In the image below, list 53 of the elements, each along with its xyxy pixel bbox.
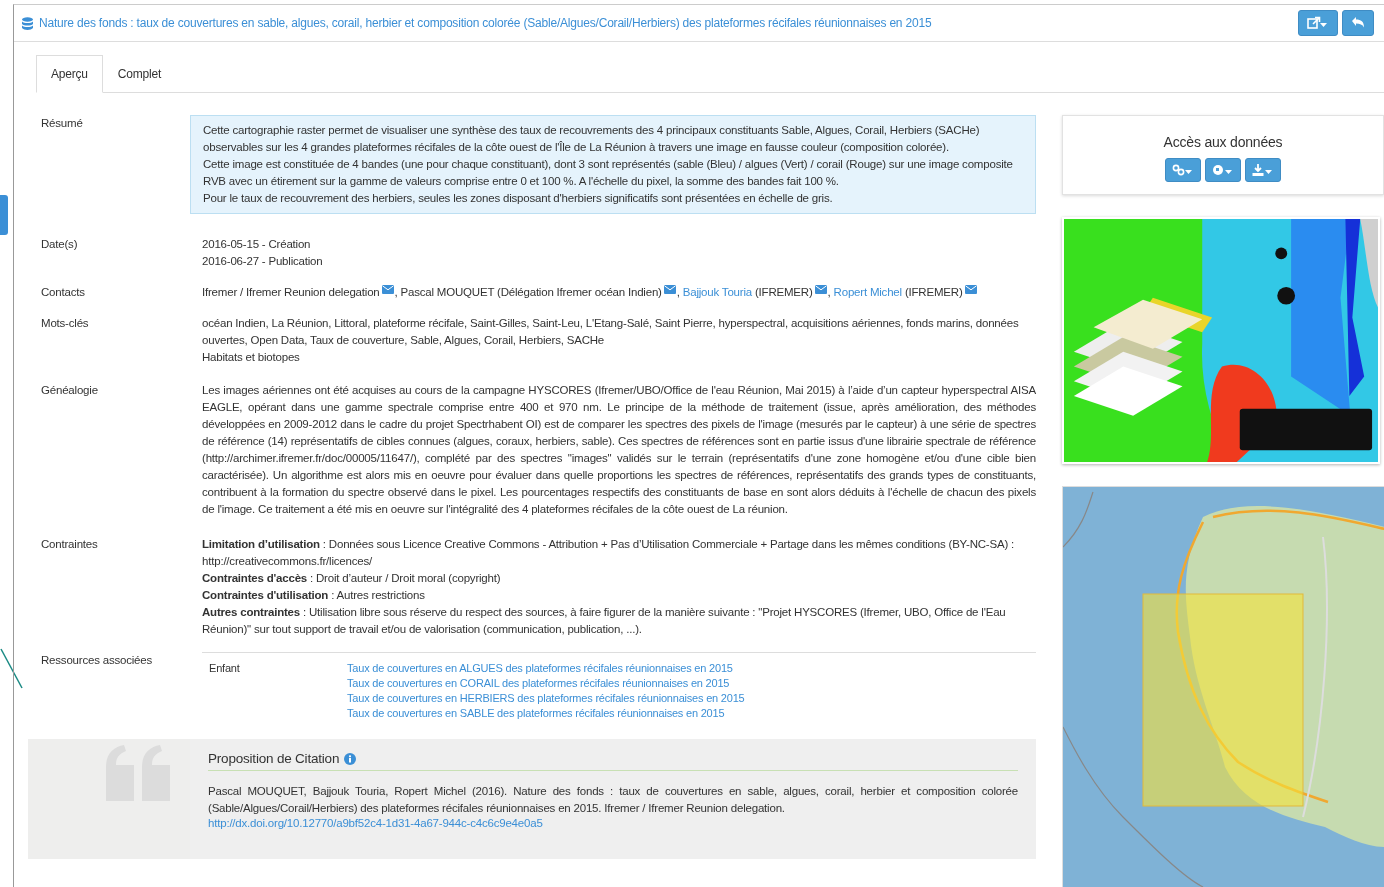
resource-link[interactable]: Taux de couvertures en SABLE des plateformes récifales réunionnaises en 2015 xyxy=(347,706,725,721)
contact-organisation: (IFREMER) xyxy=(753,286,813,298)
summary-box: Cette cartographie raster permet de visualiser une synthèse des taux de recouvrements des 4 principaux constituants Sable, Algues, Corail, Herbiers (SACHe) observables sur les 4 grandes plateformes récifales de la côte ouest de l'Île de La Réunion à travers une image en fausse couleur (composition colorée). Cette image est constituée de 4 bandes (une pour chaque constituant), dont 3 sont représentés (sable (Bleu) / algues (Vert) / corail (Rouge) sur une image composite RVB avec un étirement sur la gamme de valeurs comprise entre 0 et 100 %. A l'échelle du pixel, la somme des bandes fait 100 %. Pour le taux de recouvrement des herbiers, seules les zones disposant d'herbiers significatifs sont présentées en échelle de gris. xyxy=(190,115,1036,214)
envelope-icon[interactable] xyxy=(964,285,977,294)
contact-name: Pascal MOUQUET (Délégation Ifremer océan Indien) xyxy=(400,286,662,298)
field-label: Ressources associées xyxy=(40,653,154,668)
resource-link[interactable]: Taux de couvertures en ALGUES des plateformes récifales réunionnaises en 2015 xyxy=(347,661,733,676)
citation-title: Proposition de Citation xyxy=(208,751,340,766)
envelope-icon[interactable] xyxy=(663,285,676,294)
download-button[interactable] xyxy=(1245,158,1281,182)
contact-link[interactable]: Ropert Michel xyxy=(833,286,902,298)
separator-text: , xyxy=(676,286,681,298)
resource-link[interactable]: Taux de couvertures en HERBIERS des plateformes récifales réunionnaises en 2015 xyxy=(347,691,745,706)
separator-text: , xyxy=(827,286,832,298)
constraint-text: Autres contraintes : Utilisation libre sous réserve du respect des sources, à faire figurer de la manière suivante : "Projet HYSCORES (Ifremer, UBO, Office de l'Eau Réunion)" sur tout support de travail et/ou de valorisation (communication, publication, ...). xyxy=(202,605,1007,637)
relation-label: Enfant xyxy=(209,661,241,676)
doi-link[interactable]: http://dx.doi.org/10.12770/a9bf52c4-1d31-4a67-944c-c4c6c9e4e0a5 xyxy=(208,817,543,829)
link-icon xyxy=(1172,163,1194,177)
tab[interactable]: Complet xyxy=(102,55,177,93)
keywords-text: Habitats et biotopes xyxy=(202,350,301,365)
database-icon xyxy=(22,16,33,30)
citation-text: Pascal MOUQUET, Bajjouk Touria, Ropert Michel (2016). Nature des fonds : taux de couvertures en sable, algues, corail, herbier et composition colorée (Sable/Algues/Corail/Herbiers) des plateformes récifales réunionnaises en 2015. Ifremer / Ifremer Reunion delegation. xyxy=(208,784,1018,816)
tab[interactable]: Aperçu xyxy=(36,55,103,93)
keywords-text: océan Indien, La Réunion, Littoral, plateforme récifale, Saint-Gilles, Saint-Leu, L'Etang-Salé, Saint Pierre, hyperspectral, acquisitions aériennes, fonds marins, données ouvertes, Open Data, Taux de couverture, Sable, Algues, Corail, Herbiers, SACHe xyxy=(202,316,1020,348)
back-button[interactable] xyxy=(1342,10,1374,36)
date-text: 2016-06-27 - Publication xyxy=(202,254,324,269)
constraint-text: Limitation d’utilisation : Données sous Licence Creative Commons - Attribution + Pas d’Utilisation Commerciale + Partage dans les mêmes conditions (BY-NC-SA) : http://creativecommons.fr/licences/ xyxy=(202,537,1016,569)
field-label: Date(s) xyxy=(40,237,79,252)
envelope-icon[interactable] xyxy=(381,285,394,294)
record-title: Nature des fonds : taux de couvertures en sable, algues, corail, herbier et composition colorée (Sable/Algues/Corail/Herbiers) des plateformes récifales réunionnaises en 2015 xyxy=(39,16,933,30)
constraint-text: Contraintes d'utilisation : Autres restrictions xyxy=(202,588,426,603)
envelope-icon[interactable] xyxy=(814,285,827,294)
undo-icon xyxy=(1351,16,1365,30)
download-icon xyxy=(1252,163,1274,177)
field-label: Résumé xyxy=(40,116,84,131)
contact-link[interactable]: Bajjouk Touria xyxy=(682,286,752,298)
field-label: Contraintes xyxy=(40,537,99,552)
link-button[interactable] xyxy=(1165,158,1201,182)
info-icon xyxy=(344,752,357,765)
field-label: Généalogie xyxy=(40,383,99,398)
resource-link[interactable]: Taux de couvertures en CORAIL des plateformes récifales réunionnaises en 2015 xyxy=(347,676,730,691)
external-link-icon xyxy=(1307,16,1329,30)
constraint-text: Contraintes d'accès : Droit d’auteur / Droit moral (copyright) xyxy=(202,571,502,586)
contact-name: Ifremer / Ifremer Reunion delegation xyxy=(202,286,380,298)
card-title: Accès aux données xyxy=(1163,134,1283,150)
date-text: 2016-05-15 - Création xyxy=(202,237,312,252)
field-label: Contacts xyxy=(40,285,86,300)
separator-text: , xyxy=(394,286,399,298)
export-button[interactable] xyxy=(1298,10,1338,36)
field-label: Mots-clés xyxy=(40,316,90,331)
leader-line xyxy=(0,648,24,690)
contact-organisation: (IFREMER) xyxy=(903,286,963,298)
lineage-text: Les images aériennes ont été acquises au cours de la campagne HYSCORES (Ifremer/UBO/Office de l'eau Réunion, Mai 2015) à l’aide d’un capteur hyperspectral AISA EAGLE, opérant dans une gamme spectrale comprise entre 400 et 970 nm. Le principe de la méthode de traitement (issue, après amélioration, des méthodes développées en 2009-2012 dans le cadre du projet Spectrhabent OI) est de comparer les spectres des pixels de l'image (mesurés par le capteur) à une série de spectres de référence (14) représentatifs de cibles connues (algues, coraux, herbiers, sable). Ces spectres de références sont en partie issus d'une librairie spectrale de référence (http://archimer.ifremer.fr/doc/00005/11647/), complété par des spectres "images" validés sur le terrain (représentatifs d'une zone homogène et/ou d'une cible bien caractérisée). Un algorithme est alors mis en oeuvre pour évaluer dans quelle proportions les spectres de références, représentatifs des grands types de constituants, contribuent à la formation du spectre observé dans le pixel. Les pourcentages respectifs des constituants de base en sont alors déduits à l'échelle de chacun des pixels de l'image. Ce traitement a été mis en oeuvre sur l'intégralité des 4 plateformes récifales de la côte ouest de La réunion. xyxy=(202,383,1036,517)
